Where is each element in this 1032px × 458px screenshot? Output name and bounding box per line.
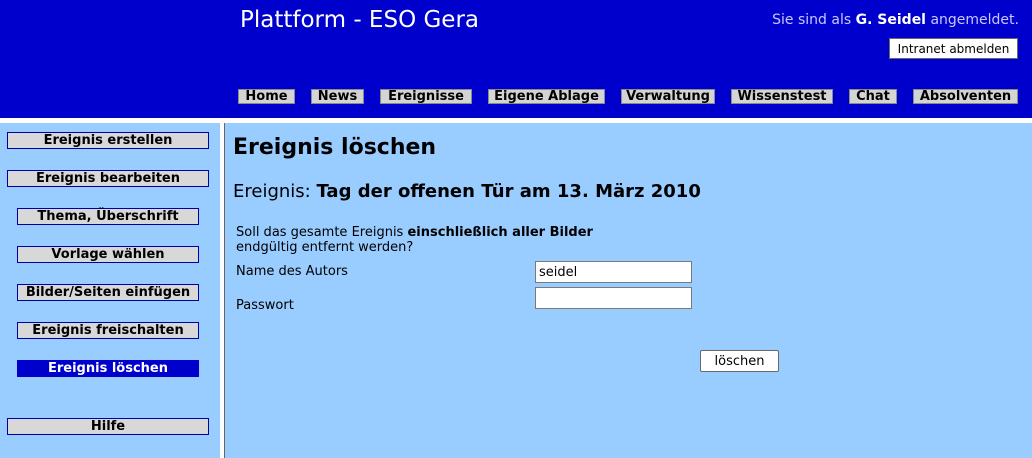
nav-chat[interactable]: Chat	[849, 89, 897, 104]
nav-home[interactable]: Home	[238, 89, 295, 104]
password-input[interactable]	[535, 287, 692, 309]
author-input[interactable]	[535, 261, 692, 283]
nav-news[interactable]: News	[311, 89, 364, 104]
author-label: Name des Autors	[236, 264, 348, 279]
nav-wissenstest[interactable]: Wissenstest	[731, 89, 833, 104]
event-prefix: Ereignis:	[233, 181, 311, 202]
user-name: G. Seidel	[855, 12, 926, 28]
sidebar-item-ereignis-bearbeiten[interactable]: Ereignis bearbeiten	[7, 170, 209, 187]
delete-question: Soll das gesamte Ereignis einschließlich…	[236, 225, 656, 255]
sidebar-divider-line	[224, 123, 225, 458]
login-status: Sie sind als G. Seidel angemeldet.	[772, 12, 1019, 28]
question-part1: Soll das gesamte Ereignis	[236, 225, 404, 240]
login-suffix: angemeldet.	[930, 12, 1019, 28]
nav-absolventen[interactable]: Absolventen	[913, 89, 1018, 104]
password-label: Passwort	[236, 298, 294, 313]
event-heading: Ereignis: Tag der offenen Tür am 13. Mär…	[233, 181, 701, 202]
sidebar-item-vorlage-waehlen[interactable]: Vorlage wählen	[17, 246, 199, 263]
question-emphasis: einschließlich aller Bilder	[407, 225, 593, 240]
sidebar-item-ereignis-loeschen[interactable]: Ereignis löschen	[17, 360, 199, 377]
delete-button[interactable]: löschen	[700, 350, 779, 372]
event-name: Tag der offenen Tür am 13. März 2010	[316, 181, 701, 202]
logout-button[interactable]: Intranet abmelden	[889, 38, 1018, 59]
sidebar-item-ereignis-erstellen[interactable]: Ereignis erstellen	[7, 132, 209, 149]
page-title: Ereignis löschen	[233, 135, 437, 160]
nav-verwaltung[interactable]: Verwaltung	[621, 89, 715, 104]
login-prefix: Sie sind als	[772, 12, 852, 28]
sidebar-item-ereignis-freischalten[interactable]: Ereignis freischalten	[17, 322, 199, 339]
nav-ereignisse[interactable]: Ereignisse	[380, 89, 472, 104]
nav-eigene-ablage[interactable]: Eigene Ablage	[488, 89, 605, 104]
site-title: Plattform - ESO Gera	[240, 7, 480, 33]
sidebar-item-thema-ueberschrift[interactable]: Thema, Überschrift	[17, 208, 199, 225]
question-part2: endgültig entfernt werden?	[236, 240, 414, 255]
sidebar-item-hilfe[interactable]: Hilfe	[7, 418, 209, 435]
header-bar: Plattform - ESO Gera Sie sind als G. Sei…	[0, 0, 1032, 118]
sidebar-item-bilder-seiten-einfuegen[interactable]: Bilder/Seiten einfügen	[17, 284, 199, 301]
